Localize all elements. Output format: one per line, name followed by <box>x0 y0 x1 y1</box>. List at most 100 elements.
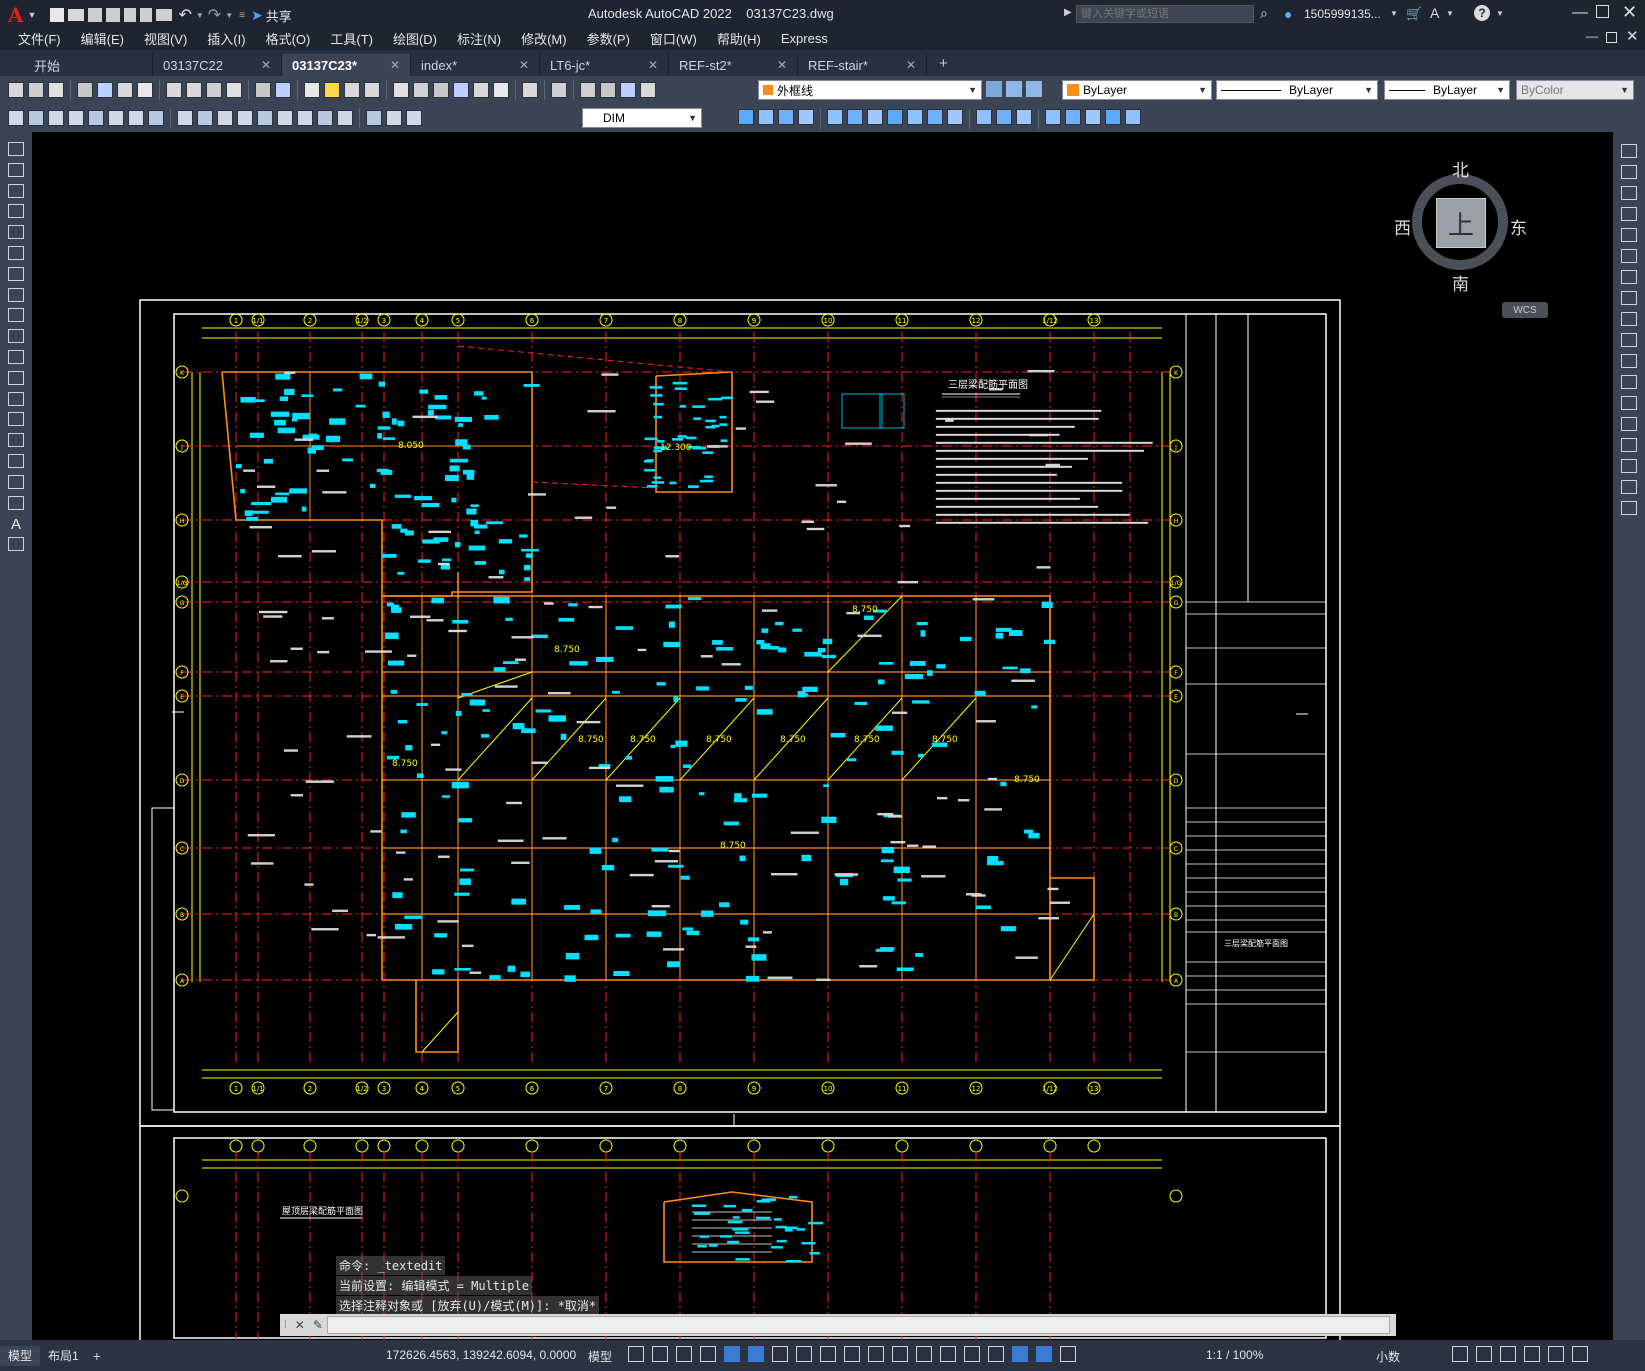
gizmo-icon[interactable] <box>988 1346 1004 1362</box>
update-icon[interactable] <box>406 110 422 126</box>
layer-previous-icon[interactable] <box>1026 81 1042 97</box>
extend-icon[interactable] <box>1621 354 1637 368</box>
model-space-toggle[interactable]: 模型 <box>588 1348 612 1365</box>
search-icon[interactable]: ⌕ <box>1260 5 1268 22</box>
dynucs-icon[interactable] <box>940 1346 956 1362</box>
zoom-previous-icon[interactable] <box>364 82 380 98</box>
drawing-svg[interactable]: 111/11/1221/21/2334455667788991010111112… <box>32 132 1613 1340</box>
explode-icon[interactable] <box>1621 501 1637 515</box>
copy-icon[interactable] <box>186 82 202 98</box>
color-dropdown-icon[interactable]: ▼ <box>1198 85 1207 95</box>
solid-wedge-icon[interactable] <box>758 109 774 125</box>
tab-close-icon[interactable]: ✕ <box>390 58 400 72</box>
make-block-icon[interactable] <box>8 391 24 406</box>
menu-item[interactable]: 参数(P) <box>587 29 630 48</box>
hatch-icon[interactable] <box>8 433 24 448</box>
units-value[interactable]: 小数 <box>1376 1348 1400 1365</box>
share-button[interactable]: 共享 <box>266 6 292 25</box>
designcenter-icon[interactable] <box>413 82 429 98</box>
clean-screen-icon[interactable] <box>1548 1346 1564 1362</box>
toolpalettes-icon[interactable] <box>433 82 449 98</box>
sheetset-icon[interactable] <box>453 82 469 98</box>
table-icon[interactable] <box>8 495 24 510</box>
viewcube-west[interactable]: 西 <box>1394 214 1411 239</box>
redo-icon[interactable]: ↷ <box>208 5 221 25</box>
copyobj-icon[interactable] <box>1621 165 1637 179</box>
circle-icon[interactable] <box>8 266 24 281</box>
chamfer-icon[interactable] <box>1621 438 1637 452</box>
file-tab[interactable]: 03137C23* ✕ <box>282 54 411 76</box>
minimize-icon[interactable]: — <box>1572 4 1588 22</box>
annotation-scale[interactable]: 1:1 / 100% <box>1206 1348 1263 1362</box>
layer-on-icon[interactable] <box>580 82 596 98</box>
connect-icon[interactable]: A <box>1430 5 1439 21</box>
polar-icon[interactable] <box>748 1346 764 1362</box>
line-icon[interactable] <box>8 142 24 156</box>
viewcube-north[interactable]: 北 <box>1452 156 1469 181</box>
close-icon[interactable]: ✕ <box>1622 2 1637 23</box>
tab-model[interactable]: 模型 <box>0 1345 41 1366</box>
menu-item[interactable]: 格式(O) <box>266 29 311 48</box>
gradient-icon[interactable] <box>8 454 24 468</box>
polygon-icon[interactable] <box>8 204 24 219</box>
app-logo[interactable]: A <box>8 3 24 27</box>
layer-lock2-icon[interactable] <box>640 82 656 98</box>
command-customize-icon[interactable]: ✎ <box>313 1318 323 1332</box>
annotation-visibility-icon[interactable] <box>1012 1346 1028 1362</box>
break-icon[interactable] <box>257 110 273 126</box>
intersect-icon[interactable] <box>947 109 963 125</box>
publish-icon[interactable] <box>117 82 133 98</box>
subtract-icon[interactable] <box>927 109 943 125</box>
linear-dim-icon[interactable] <box>8 110 24 126</box>
quickcalc-icon[interactable] <box>493 82 509 98</box>
help-icon[interactable] <box>522 82 538 98</box>
viewcube-east[interactable]: 东 <box>1510 214 1527 239</box>
user-icon[interactable]: ● <box>1284 6 1292 22</box>
undo-icon[interactable] <box>255 82 271 98</box>
continue-icon[interactable] <box>217 110 233 126</box>
search-input[interactable] <box>1076 5 1254 23</box>
workspace-icon[interactable] <box>1452 1346 1468 1362</box>
space-icon[interactable] <box>237 110 253 126</box>
undo-icon[interactable]: ↶ <box>178 5 191 25</box>
center-mark-icon[interactable] <box>297 110 313 126</box>
wcs-button[interactable]: WCS <box>1502 302 1548 318</box>
rotate-icon[interactable] <box>1621 270 1637 284</box>
color-combo[interactable]: ByLayer ▼ <box>1062 80 1212 100</box>
qpublish-icon[interactable] <box>140 8 153 22</box>
break-at-point-icon[interactable] <box>1621 375 1637 389</box>
trim-icon[interactable] <box>1621 333 1637 347</box>
file-tab[interactable]: index* ✕ <box>411 54 540 76</box>
isodraft-icon[interactable] <box>772 1346 788 1362</box>
slice-icon[interactable] <box>1016 109 1032 125</box>
tolerance-icon[interactable] <box>277 110 293 126</box>
inspect-icon[interactable] <box>317 110 333 126</box>
paste-icon[interactable] <box>206 82 222 98</box>
mtext-icon[interactable]: A <box>8 516 24 533</box>
tab-close-icon[interactable]: ✕ <box>519 58 529 72</box>
layer-manager-icon[interactable] <box>551 82 567 98</box>
user-name[interactable]: 1505999135... <box>1304 7 1381 21</box>
jogged-linear-icon[interactable] <box>337 110 353 126</box>
solid-box-icon[interactable] <box>738 109 754 125</box>
pline-icon[interactable] <box>8 183 24 198</box>
qsave-icon[interactable] <box>88 8 103 22</box>
angular-icon[interactable] <box>148 110 164 126</box>
viewcube[interactable]: 上 北 南 西 东 <box>1394 156 1527 294</box>
doc-restore-icon[interactable] <box>1606 32 1617 43</box>
add-selected-icon[interactable] <box>8 537 24 552</box>
quick-dim-icon[interactable] <box>177 110 193 126</box>
qnew-icon[interactable] <box>50 8 65 22</box>
selection-cycling-icon[interactable] <box>892 1346 908 1362</box>
scale-icon[interactable] <box>1621 291 1637 305</box>
plotstyle-dropdown-icon[interactable]: ▼ <box>1620 85 1629 95</box>
extrude-icon[interactable] <box>827 109 843 125</box>
help-icon[interactable]: ? <box>1474 5 1490 21</box>
app-menu-arrow-icon[interactable]: ▼ <box>28 10 37 20</box>
aligned-dim-icon[interactable] <box>28 110 44 126</box>
new-icon[interactable] <box>8 82 24 98</box>
solid-cone-icon[interactable] <box>778 109 794 125</box>
viewcube-south[interactable]: 南 <box>1452 270 1469 295</box>
linetype-combo[interactable]: ByLayer ▼ <box>1216 80 1378 100</box>
command-grip-icon[interactable]: ⁞ <box>284 1320 287 1331</box>
